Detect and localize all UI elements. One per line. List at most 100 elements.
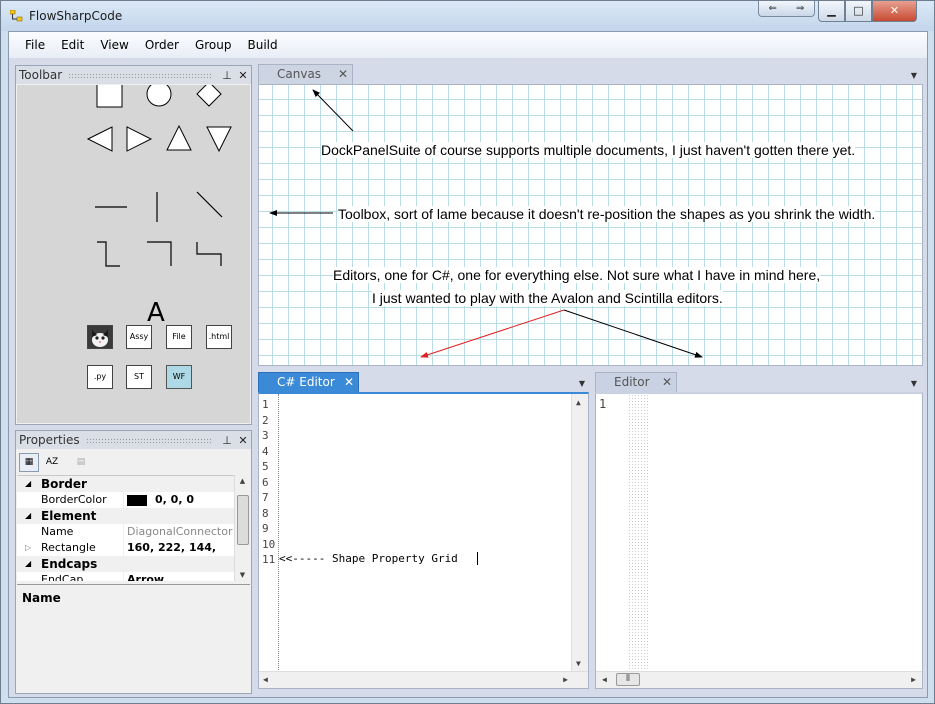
pin-icon[interactable]: ⊥ xyxy=(219,69,235,82)
left-triangle-tool xyxy=(86,126,113,152)
csharp-vertical-scrollbar[interactable]: ▲ ▼ xyxy=(571,394,588,672)
scroll-right-icon[interactable]: ▶ xyxy=(911,675,916,684)
csharp-horizontal-scrollbar[interactable]: ◀ ▶ xyxy=(259,671,588,688)
right-angle-connector-2 xyxy=(147,241,172,266)
editor[interactable]: 1 ◀ ⦀ ▶ xyxy=(595,392,923,689)
property-pages-icon[interactable]: ▤ xyxy=(71,453,91,472)
property-row[interactable]: ▷Rectangle160, 222, 144, 49 xyxy=(17,540,234,570)
property-category[interactable]: ◢ Element xyxy=(17,508,234,524)
canvas[interactable]: DockPanelSuite of course supports multip… xyxy=(259,85,922,365)
collapse-icon[interactable]: ◢ xyxy=(25,556,31,572)
scroll-left-icon[interactable]: ◀ xyxy=(263,675,268,684)
forward-arrow-icon[interactable]: ⇒ xyxy=(787,1,815,16)
menu-order[interactable]: Order xyxy=(137,32,187,58)
csharp-editor[interactable]: 1 2 3 4 5 6 7 8 9 10 11 <<----- Shape Property Gri… xyxy=(258,392,589,689)
toolbar-panel: Toolbar ⊥ ✕ A Assy File .html .py ST WF xyxy=(15,65,252,425)
cat-image-tool[interactable] xyxy=(87,325,113,349)
app-window: FlowSharpCode ⇐ ⇒ ▁ □ ✕ File Edit View O… xyxy=(0,0,935,704)
properties-panel: Properties ⊥ ✕ ▦ AZ ▤ ◢ Border BorderColor… xyxy=(15,430,252,694)
property-value[interactable]: Arrow xyxy=(127,572,164,581)
menu-edit[interactable]: Edit xyxy=(53,32,92,58)
tab-dropdown-icon[interactable]: ▼ xyxy=(911,71,917,80)
diamond-tool xyxy=(196,85,222,107)
py-button[interactable]: .py xyxy=(87,365,113,389)
property-value-text: Arrow xyxy=(127,573,165,581)
scroll-down-icon[interactable]: ▼ xyxy=(576,659,581,668)
editor-horizontal-scrollbar[interactable]: ◀ ⦀ ▶ xyxy=(596,671,922,688)
description-title: Name xyxy=(22,591,61,605)
property-value-text: 0, 0, 0 xyxy=(155,493,194,506)
tab-editor-label: Editor xyxy=(614,375,650,389)
close-icon[interactable]: ✕ xyxy=(662,373,672,391)
property-name: Border xyxy=(41,477,87,491)
property-name: BorderColor xyxy=(41,493,107,506)
scroll-thumb[interactable] xyxy=(237,495,249,545)
menu-file[interactable]: File xyxy=(17,32,53,58)
right-angle-connector-3 xyxy=(196,242,222,266)
menu-build[interactable]: Build xyxy=(239,32,285,58)
line-number: 9 xyxy=(262,522,269,535)
back-arrow-icon[interactable]: ⇐ xyxy=(759,1,787,16)
column-separator xyxy=(123,492,124,508)
property-value[interactable]: 0, 0, 0 xyxy=(127,492,194,508)
property-row[interactable]: BorderColor 0, 0, 0 xyxy=(17,492,234,508)
arrow-to-editor xyxy=(563,309,703,358)
close-icon[interactable]: ✕ xyxy=(344,373,354,391)
menu-bar: File Edit View Order Group Build xyxy=(9,32,927,58)
close-icon[interactable]: ✕ xyxy=(235,434,251,447)
categorized-icon[interactable]: ▦ xyxy=(19,452,39,472)
toolbar-panel-header[interactable]: Toolbar ⊥ ✕ xyxy=(16,66,251,84)
pin-icon[interactable]: ⊥ xyxy=(219,434,235,447)
editor-line-number: 1 xyxy=(599,397,607,411)
code-line-11[interactable]: <<----- Shape Property Grid xyxy=(279,552,458,565)
scroll-thumb[interactable]: ⦀ xyxy=(616,673,640,686)
scroll-left-icon[interactable]: ◀ xyxy=(602,675,607,684)
close-icon[interactable]: ✕ xyxy=(338,65,348,83)
text-caret xyxy=(477,552,478,565)
scroll-up-icon[interactable]: ▲ xyxy=(235,477,250,485)
expand-icon[interactable]: ▷ xyxy=(25,540,31,556)
property-category[interactable]: ◢ Endcaps xyxy=(17,556,234,572)
property-row[interactable]: EndCap Arrow xyxy=(17,572,234,581)
property-category[interactable]: ◢ Border xyxy=(17,476,234,492)
property-row[interactable]: Name DiagonalConnector xyxy=(17,524,234,540)
canvas-pane: DockPanelSuite of course supports multip… xyxy=(258,84,923,366)
property-name: EndCap xyxy=(41,573,84,581)
text-tool[interactable]: A xyxy=(147,298,165,328)
scroll-down-icon[interactable]: ▼ xyxy=(235,571,250,579)
caption-buttons: ▁ □ ✕ xyxy=(818,1,917,22)
gutter-separator xyxy=(278,394,279,672)
property-description: Name xyxy=(17,584,250,692)
line-number: 4 xyxy=(262,444,269,458)
toolbar-panel-title: Toolbar xyxy=(19,68,63,82)
close-button[interactable]: ✕ xyxy=(872,1,917,22)
alphabetical-sort-icon[interactable]: AZ xyxy=(42,453,62,472)
st-button[interactable]: ST xyxy=(126,365,152,389)
properties-panel-header[interactable]: Properties ⊥ ✕ xyxy=(16,431,251,449)
file-button[interactable]: File xyxy=(166,325,192,349)
tab-dropdown-icon[interactable]: ▼ xyxy=(911,379,917,388)
scroll-up-icon[interactable]: ▲ xyxy=(576,398,581,407)
menu-view[interactable]: View xyxy=(92,32,136,58)
scroll-right-icon[interactable]: ▶ xyxy=(563,675,568,684)
property-grid-scrollbar[interactable]: ▲ ▼ xyxy=(234,475,250,581)
collapse-icon[interactable]: ◢ xyxy=(25,508,31,524)
close-icon[interactable]: ✕ xyxy=(235,69,251,82)
column-separator xyxy=(123,524,124,540)
fold-margin xyxy=(628,394,648,670)
tab-editor[interactable]: Editor ✕ xyxy=(595,372,677,392)
maximize-button[interactable]: □ xyxy=(845,1,872,22)
property-value[interactable]: DiagonalConnector xyxy=(127,524,232,540)
minimize-button[interactable]: ▁ xyxy=(818,1,845,22)
html-button[interactable]: .html xyxy=(206,325,232,349)
assy-button[interactable]: Assy xyxy=(126,325,152,349)
tab-csharp-editor[interactable]: C# Editor ✕ xyxy=(258,372,359,392)
collapse-icon[interactable]: ◢ xyxy=(25,476,31,492)
tab-dropdown-icon[interactable]: ▼ xyxy=(579,379,585,388)
title-bar: FlowSharpCode ⇐ ⇒ ▁ □ ✕ xyxy=(1,1,934,31)
menu-group[interactable]: Group xyxy=(187,32,240,58)
wf-button[interactable]: WF xyxy=(166,365,192,389)
up-triangle-tool xyxy=(166,124,192,151)
tab-canvas-label: Canvas xyxy=(277,67,322,81)
tab-canvas[interactable]: Canvas ✕ xyxy=(258,64,353,84)
